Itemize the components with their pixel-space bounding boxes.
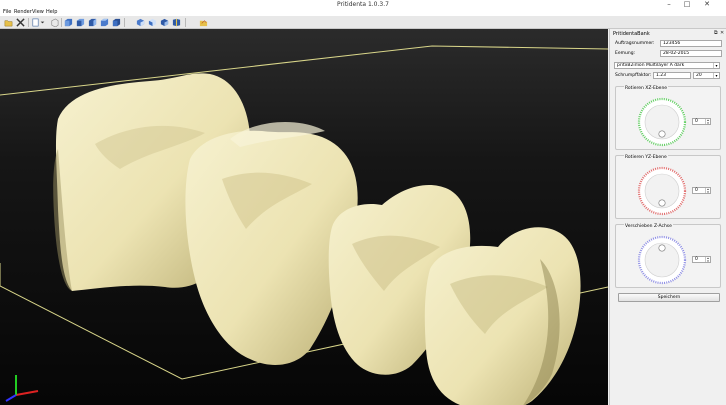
dropdown-arrow-icon[interactable] bbox=[40, 18, 45, 27]
rotate-yz-dial[interactable] bbox=[637, 166, 687, 216]
shrink-factor-label: Schrumpffaktor: bbox=[615, 73, 652, 78]
view-bottom-icon[interactable] bbox=[136, 18, 145, 27]
open-icon[interactable] bbox=[199, 18, 208, 27]
axis-gizmo bbox=[5, 375, 39, 402]
rotate-xz-spinbox[interactable]: 0 ▴ ▾ bbox=[692, 118, 711, 125]
rotate-xz-value: 0 bbox=[695, 119, 698, 124]
spin-arrows-icon[interactable]: ▴ ▾ bbox=[705, 257, 710, 262]
panel-title: PritidentaBank bbox=[613, 31, 650, 37]
close-panel-button[interactable]: ✕ bbox=[720, 30, 724, 36]
view-iso-alt-icon[interactable] bbox=[160, 18, 169, 27]
view-iso-icon[interactable] bbox=[148, 18, 157, 27]
chevron-down-icon: ▾ bbox=[713, 63, 719, 68]
view-front-icon[interactable] bbox=[64, 18, 73, 27]
rotate-xz-title: Rotieren XZ-Ebene bbox=[624, 86, 669, 91]
menu-file[interactable]: File bbox=[3, 9, 11, 16]
material-select[interactable]: pritxB2irlion Multilayer A dark ▾ bbox=[614, 62, 720, 69]
order-number-label: Auftragsnummer: bbox=[615, 41, 655, 46]
open-folder-icon[interactable] bbox=[4, 18, 13, 27]
app-window: Pritidenta 1.0.3.7 – □ ✕ File Render Vie… bbox=[0, 0, 726, 405]
view-right-icon[interactable] bbox=[100, 18, 109, 27]
view-back-icon[interactable] bbox=[76, 18, 85, 27]
pritidenta-bank-panel: PritidentaBank ⧉ ✕ Auftragsnummer: 12345… bbox=[609, 29, 726, 405]
toolbar-separator bbox=[28, 18, 29, 27]
translate-z-title: Verschieben Z-Achse bbox=[624, 224, 673, 229]
chevron-down-icon: ▾ bbox=[713, 73, 719, 78]
shrink-factor-field[interactable]: 1.23 bbox=[653, 72, 691, 79]
rotate-yz-title: Rotieren YZ-Ebene bbox=[624, 155, 668, 160]
export-icon[interactable] bbox=[172, 18, 181, 27]
save-button[interactable]: Speichern bbox=[618, 293, 720, 302]
teeth-render bbox=[0, 45, 608, 405]
menu-bar: File Render View Help bbox=[0, 9, 726, 16]
close-button[interactable]: ✕ bbox=[699, 0, 715, 9]
translate-z-value: 0 bbox=[695, 257, 698, 262]
spin-arrows-icon[interactable]: ▴ ▾ bbox=[705, 119, 710, 124]
material-select-value: pritxB2irlion Multilayer A dark bbox=[617, 63, 685, 68]
date-label: Eemung: bbox=[615, 51, 636, 56]
menu-view[interactable]: View bbox=[32, 9, 44, 16]
maximize-button[interactable]: □ bbox=[679, 0, 695, 9]
translate-z-group: Verschieben Z-Achse 0 ▴ ▾ bbox=[615, 224, 721, 288]
3d-viewport[interactable] bbox=[0, 29, 608, 405]
toolbar-separator bbox=[124, 18, 125, 27]
page-icon[interactable] bbox=[31, 18, 40, 27]
view-top-icon[interactable] bbox=[112, 18, 121, 27]
title-bar: Pritidenta 1.0.3.7 – □ ✕ bbox=[0, 0, 726, 9]
cube-outline-icon[interactable] bbox=[50, 18, 59, 27]
size-select-value: 20 bbox=[696, 73, 702, 78]
tools-icon[interactable] bbox=[16, 18, 25, 27]
window-title: Pritidenta 1.0.3.7 bbox=[337, 1, 389, 8]
spin-arrows-icon[interactable]: ▴ ▾ bbox=[705, 188, 710, 193]
toolbar bbox=[0, 16, 726, 29]
view-left-icon[interactable] bbox=[88, 18, 97, 27]
rotate-xz-dial[interactable] bbox=[637, 97, 687, 147]
translate-z-dial[interactable] bbox=[637, 235, 687, 285]
rotate-yz-value: 0 bbox=[695, 188, 698, 193]
rotate-yz-group: Rotieren YZ-Ebene 0 ▴ ▾ bbox=[615, 155, 721, 219]
toolbar-separator bbox=[61, 18, 62, 27]
order-number-field[interactable]: 123456 bbox=[660, 40, 722, 47]
rotate-xz-group: Rotieren XZ-Ebene 0 ▴ ▾ bbox=[615, 86, 721, 150]
menu-help[interactable]: Help bbox=[46, 9, 57, 16]
toolbar-separator bbox=[185, 18, 186, 27]
menu-render[interactable]: Render bbox=[14, 9, 32, 16]
float-panel-button[interactable]: ⧉ bbox=[714, 30, 718, 36]
rotate-yz-spinbox[interactable]: 0 ▴ ▾ bbox=[692, 187, 711, 194]
size-select[interactable]: 20 ▾ bbox=[693, 72, 720, 79]
date-field[interactable]: 28-02-2015 bbox=[660, 50, 722, 57]
translate-z-spinbox[interactable]: 0 ▴ ▾ bbox=[692, 256, 711, 263]
minimize-button[interactable]: – bbox=[661, 0, 677, 9]
